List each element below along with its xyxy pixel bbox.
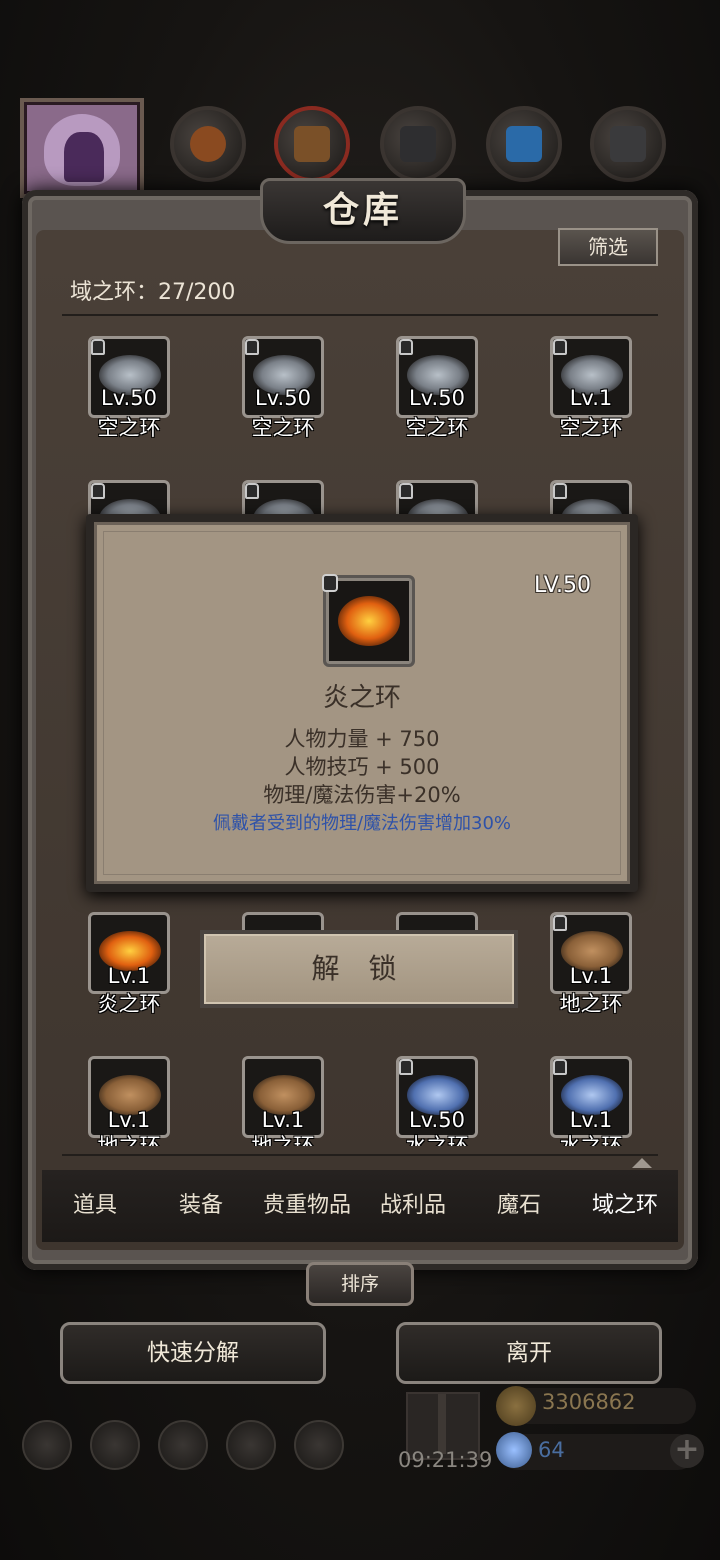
stat-strength: 人物力量 + 750 xyxy=(284,727,440,751)
popup-item-name: 炎之环 xyxy=(322,683,401,713)
lock-icon xyxy=(553,339,567,355)
lock-icon xyxy=(553,915,567,931)
item-level: Lv.50 xyxy=(409,386,465,410)
shop-icon[interactable] xyxy=(294,1420,344,1470)
popup-level: LV.50 xyxy=(533,573,591,598)
leather-category-icon[interactable] xyxy=(170,106,246,182)
tab-magic-stones[interactable]: 魔石 xyxy=(466,1170,572,1242)
item-level: Lv.50 xyxy=(409,1108,465,1132)
tab-loot[interactable]: 战利品 xyxy=(360,1170,466,1242)
item-name: 地之环 xyxy=(251,1134,315,1146)
tab-equipment[interactable]: 装备 xyxy=(148,1170,254,1242)
item-level: Lv.1 xyxy=(569,964,613,988)
tab-valuables[interactable]: 贵重物品 xyxy=(254,1170,360,1242)
storage-count: 域之环：27/200 xyxy=(70,280,236,305)
lock-icon xyxy=(399,1059,413,1075)
item-level: Lv.1 xyxy=(107,964,151,988)
tab-items[interactable]: 道具 xyxy=(42,1170,148,1242)
lock-icon xyxy=(399,339,413,355)
item-name: 水之环 xyxy=(405,1134,469,1146)
gem-icon xyxy=(496,1432,532,1468)
item-level: Lv.1 xyxy=(569,386,613,410)
item-level: Lv.1 xyxy=(261,1108,305,1132)
stat-damage: 物理/魔法伤害+20% xyxy=(263,783,461,807)
item-name: 水之环 xyxy=(559,1134,623,1146)
ore-category-icon[interactable] xyxy=(590,106,666,182)
lock-icon xyxy=(553,1059,567,1075)
tab-domain-rings[interactable]: 域之环 xyxy=(572,1170,678,1242)
filter-button[interactable]: 筛选 xyxy=(558,228,658,266)
couple-silhouette-icon xyxy=(64,132,104,182)
metal-category-icon[interactable] xyxy=(380,106,456,182)
lock-icon xyxy=(91,339,105,355)
popup-body: LV.50 炎之环 人物力量 + 750 人物技巧 + 500 物理/魔法伤害+… xyxy=(94,522,630,884)
item-name: 地之环 xyxy=(559,992,623,1016)
divider xyxy=(62,1154,658,1156)
leave-button[interactable]: 离开 xyxy=(396,1322,662,1384)
lock-icon xyxy=(245,339,259,355)
lock-icon xyxy=(91,483,105,499)
item-name: 空之环 xyxy=(97,416,161,440)
storage-tabs: 道具 装备 贵重物品 战利品 魔石 域之环 xyxy=(42,1170,678,1242)
clock-time: 09:21:39 xyxy=(398,1448,493,1472)
item-detail-popup: LV.50 炎之环 人物力量 + 750 人物技巧 + 500 物理/魔法伤害+… xyxy=(86,514,638,892)
item-level: Lv.50 xyxy=(101,386,157,410)
lock-icon xyxy=(399,483,413,499)
divider xyxy=(62,314,658,316)
item-name: 空之环 xyxy=(251,416,315,440)
gold-coin-icon xyxy=(496,1386,536,1426)
wood-category-icon[interactable] xyxy=(274,106,350,182)
window-title: 仓库 xyxy=(260,178,466,244)
couple-portrait-icon[interactable] xyxy=(20,98,144,198)
selected-item-icon xyxy=(322,574,415,667)
item-level: Lv.50 xyxy=(255,386,311,410)
item-name: 空之环 xyxy=(559,416,623,440)
crystal-category-icon[interactable] xyxy=(486,106,562,182)
item-name: 空之环 xyxy=(405,416,469,440)
stat-special: 佩戴者受到的物理/魔法伤害增加30% xyxy=(212,813,512,834)
lock-icon xyxy=(245,483,259,499)
item-level: Lv.1 xyxy=(107,1108,151,1132)
guild-banner-icon[interactable] xyxy=(158,1420,208,1470)
scroll-up-indicator-icon xyxy=(632,1158,652,1168)
mail-icon[interactable] xyxy=(226,1420,276,1470)
sort-button[interactable]: 排序 xyxy=(306,1262,414,1306)
fire-ring-icon xyxy=(338,596,400,646)
quick-decompose-button[interactable]: 快速分解 xyxy=(60,1322,326,1384)
gem-amount: 64 xyxy=(538,1438,565,1462)
stat-skill: 人物技巧 + 500 xyxy=(284,755,440,779)
settings-gear-icon[interactable] xyxy=(22,1420,72,1470)
item-level: Lv.1 xyxy=(569,1108,613,1132)
gold-amount: 3306862 xyxy=(542,1390,636,1414)
lock-icon xyxy=(553,483,567,499)
star-medal-icon[interactable] xyxy=(90,1420,140,1470)
unlock-button[interactable]: 解 锁 xyxy=(200,930,518,1008)
item-name: 地之环 xyxy=(97,1134,161,1146)
add-currency-button[interactable]: + xyxy=(670,1434,704,1468)
lock-icon xyxy=(322,574,338,592)
item-name: 炎之环 xyxy=(97,992,161,1016)
